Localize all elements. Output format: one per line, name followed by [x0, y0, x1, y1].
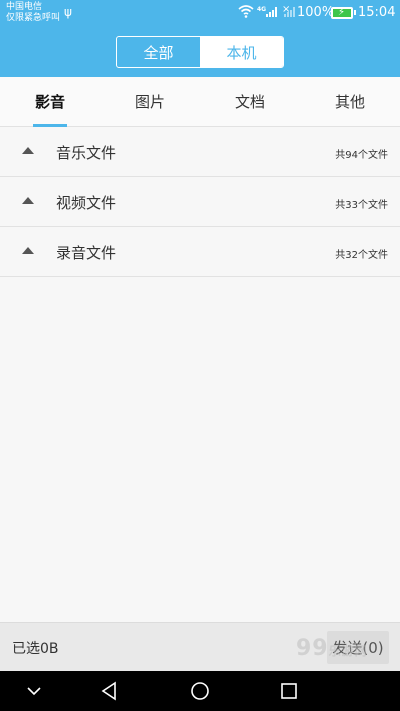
collapse-arrow-icon: [22, 247, 34, 254]
carrier-name: 中国电信: [6, 2, 43, 12]
file-category-list: 音乐文件 共94个文件 视频文件 共33个文件 录音文件 共32个文件: [0, 127, 400, 277]
status-bar: 中国电信 仅限紧急呼叫 ψ 4G × 100% ⚡ 15:04: [0, 0, 400, 27]
tab-images[interactable]: 图片: [100, 77, 200, 126]
category-title: 视频文件: [56, 194, 117, 212]
category-title: 音乐文件: [56, 144, 117, 162]
category-count: 共33个文件: [335, 200, 388, 211]
hide-keyboard-icon[interactable]: [22, 679, 46, 703]
watermark-logo: 99乐游网: [296, 636, 368, 661]
category-tabs: 影音 图片 文档 其他: [0, 77, 400, 127]
battery-tip: [354, 10, 356, 15]
collapse-arrow-icon: [22, 147, 34, 154]
system-navigation-bar: [0, 671, 400, 711]
segment-local[interactable]: 本机: [200, 37, 283, 67]
carrier-status: 仅限紧急呼叫: [6, 13, 61, 23]
segment-all[interactable]: 全部: [117, 37, 200, 67]
recent-apps-icon[interactable]: [277, 679, 301, 703]
battery-icon: ⚡: [331, 7, 353, 19]
tab-other[interactable]: 其他: [300, 77, 400, 126]
category-row-recording[interactable]: 录音文件 共32个文件: [0, 227, 400, 277]
category-row-video[interactable]: 视频文件 共33个文件: [0, 177, 400, 227]
home-icon[interactable]: [188, 679, 212, 703]
battery-percent: 100%: [297, 5, 335, 20]
signal-icon: [266, 7, 277, 17]
tab-documents[interactable]: 文档: [200, 77, 300, 126]
selected-size-label: 已选0B: [12, 641, 59, 657]
signal-secondary-icon: [284, 7, 295, 17]
wifi-icon: [238, 5, 254, 18]
collapse-arrow-icon: [22, 197, 34, 204]
back-icon[interactable]: [98, 679, 122, 703]
category-count: 共94个文件: [335, 150, 388, 161]
category-title: 录音文件: [56, 244, 117, 262]
source-segmented-control: 全部 本机: [116, 36, 284, 68]
network-type-label: 4G: [257, 6, 267, 13]
header: 中国电信 仅限紧急呼叫 ψ 4G × 100% ⚡ 15:04 全部 本机: [0, 0, 400, 77]
carrier-info: 中国电信 仅限紧急呼叫: [6, 2, 60, 24]
status-time: 15:04: [358, 5, 396, 20]
category-row-music[interactable]: 音乐文件 共94个文件: [0, 127, 400, 177]
category-count: 共32个文件: [335, 250, 388, 261]
usb-icon: ψ: [64, 5, 72, 19]
tab-media[interactable]: 影音: [0, 77, 100, 127]
